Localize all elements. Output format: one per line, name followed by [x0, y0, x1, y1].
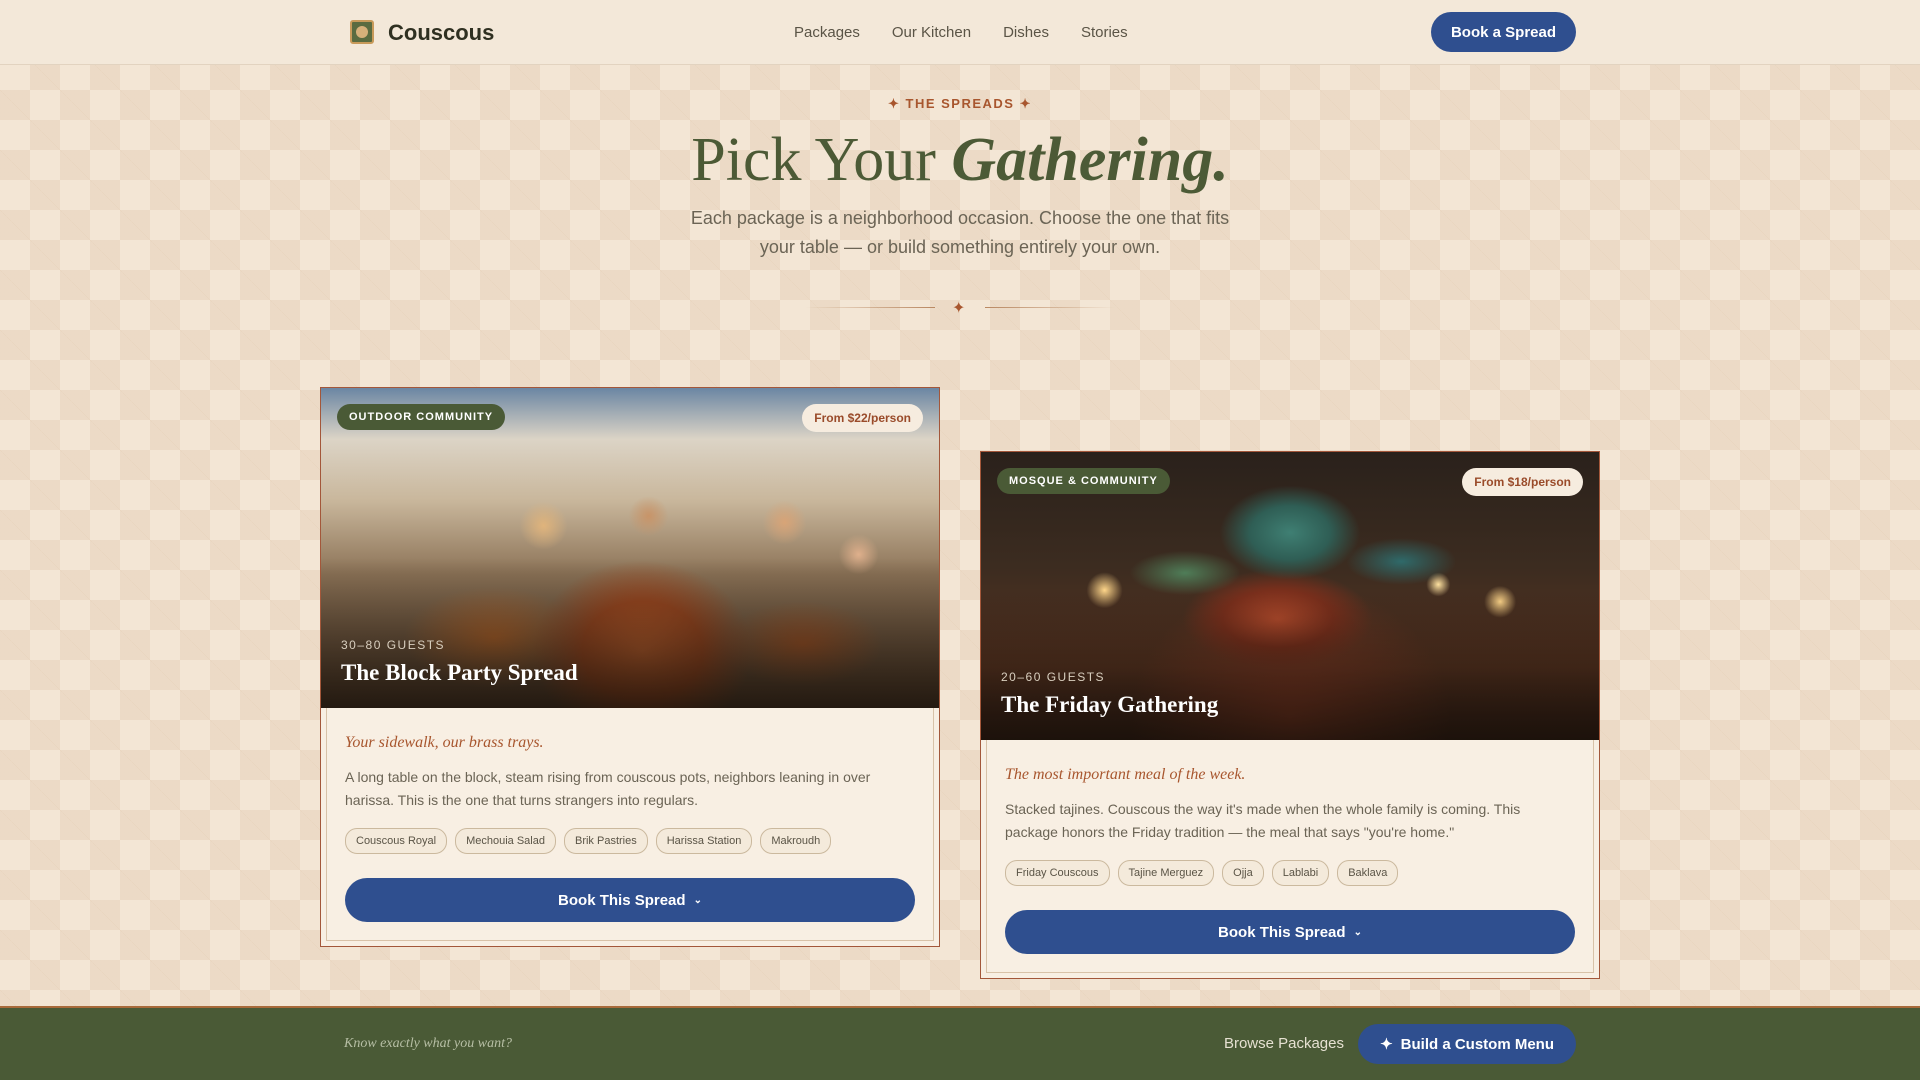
chevron-down-icon: ⌄ [693, 894, 702, 906]
price-badge: From $22/person [802, 404, 923, 432]
nav-link-packages[interactable]: Packages [794, 24, 860, 41]
section-eyebrow: ✦ THE SPREADS ✦ [888, 96, 1032, 111]
dish-chip: Friday Couscous [1005, 860, 1110, 886]
build-custom-menu-label: Build a Custom Menu [1400, 1035, 1554, 1053]
top-navigation: Couscous Packages Our Kitchen Dishes Sto… [0, 0, 1920, 65]
sparkle-icon: ✦ [1380, 1036, 1393, 1053]
divider-line-right [985, 307, 1115, 308]
card-tagline: The most important meal of the week. [1005, 766, 1246, 783]
category-badge: OUTDOOR COMMUNITY [337, 404, 506, 430]
page-subtitle: Each package is a neighborhood occasion.… [690, 208, 1230, 257]
guest-count: 20–60 GUESTS [1001, 670, 1106, 684]
nav-link-stories[interactable]: Stories [1081, 24, 1128, 41]
divider-line-left [805, 307, 935, 308]
book-a-spread-button[interactable]: Book a Spread [1430, 12, 1576, 52]
card-media: OUTDOOR COMMUNITY From $22/person 30–80 … [321, 388, 939, 708]
dish-chip: Harissa Station [655, 828, 753, 854]
card-body: The most important meal of the week. Sta… [981, 740, 1599, 978]
price-badge: From $18/person [1462, 468, 1583, 496]
dish-chip: Makroudh [760, 828, 832, 854]
dish-chip: Mechouia Salad [455, 828, 556, 854]
dish-chip: Couscous Royal [345, 828, 448, 854]
dish-chips: Friday Couscous Tajine Merguez Ojja Labl… [1005, 860, 1575, 886]
nav-links: Packages Our Kitchen Dishes Stories [794, 24, 1128, 41]
chevron-down-icon: ⌄ [1353, 926, 1362, 938]
package-card-block-party: OUTDOOR COMMUNITY From $22/person 30–80 … [320, 387, 940, 947]
card-body: Your sidewalk, our brass trays. A long t… [321, 708, 939, 946]
ornamental-divider: ✦ [805, 300, 1115, 317]
dish-chip: Baklava [1337, 860, 1399, 886]
custom-menu-prompt: Know exactly what you want? [344, 1036, 512, 1051]
page-title: Pick Your Gathering. [0, 120, 1920, 200]
card-title: The Friday Gathering [1001, 692, 1219, 717]
page-title-plain: Pick Your [691, 126, 952, 194]
card-description: A long table on the block, steam rising … [345, 769, 871, 808]
card-title: The Block Party Spread [341, 660, 578, 685]
dish-chip: Lablabi [1271, 860, 1330, 886]
package-card-friday-gathering: MOSQUE & COMMUNITY From $18/person 20–60… [980, 451, 1600, 979]
sparkle-icon: ✦ [952, 300, 966, 317]
book-this-spread-button[interactable]: Book This Spread ⌄ [345, 878, 915, 922]
page-title-emphasis: Gathering. [951, 126, 1229, 194]
browse-packages-link[interactable]: Browse Packages [1224, 1035, 1344, 1052]
category-badge: MOSQUE & COMMUNITY [997, 468, 1170, 494]
book-button-label: Book This Spread [558, 891, 686, 909]
guest-count: 30–80 GUESTS [341, 638, 446, 652]
book-button-label: Book This Spread [1218, 923, 1346, 941]
dish-chip: Tajine Merguez [1117, 860, 1215, 886]
card-description: Stacked tajines. Couscous the way it's m… [1005, 801, 1521, 840]
dish-chips: Couscous Royal Mechouia Salad Brik Pastr… [345, 828, 915, 854]
bottom-cta-bar: Know exactly what you want? Browse Packa… [0, 1006, 1920, 1080]
build-custom-menu-button[interactable]: ✦ Build a Custom Menu [1358, 1024, 1576, 1064]
card-tagline: Your sidewalk, our brass trays. [345, 734, 544, 751]
book-this-spread-button[interactable]: Book This Spread ⌄ [1005, 910, 1575, 954]
dish-chip: Ojja [1222, 860, 1264, 886]
brand-name[interactable]: Couscous [388, 20, 494, 46]
nav-link-our-kitchen[interactable]: Our Kitchen [892, 24, 971, 41]
card-media: MOSQUE & COMMUNITY From $18/person 20–60… [981, 452, 1599, 740]
couscous-logo[interactable] [350, 20, 374, 44]
nav-link-dishes[interactable]: Dishes [1003, 24, 1049, 41]
dish-chip: Brik Pastries [563, 828, 648, 854]
